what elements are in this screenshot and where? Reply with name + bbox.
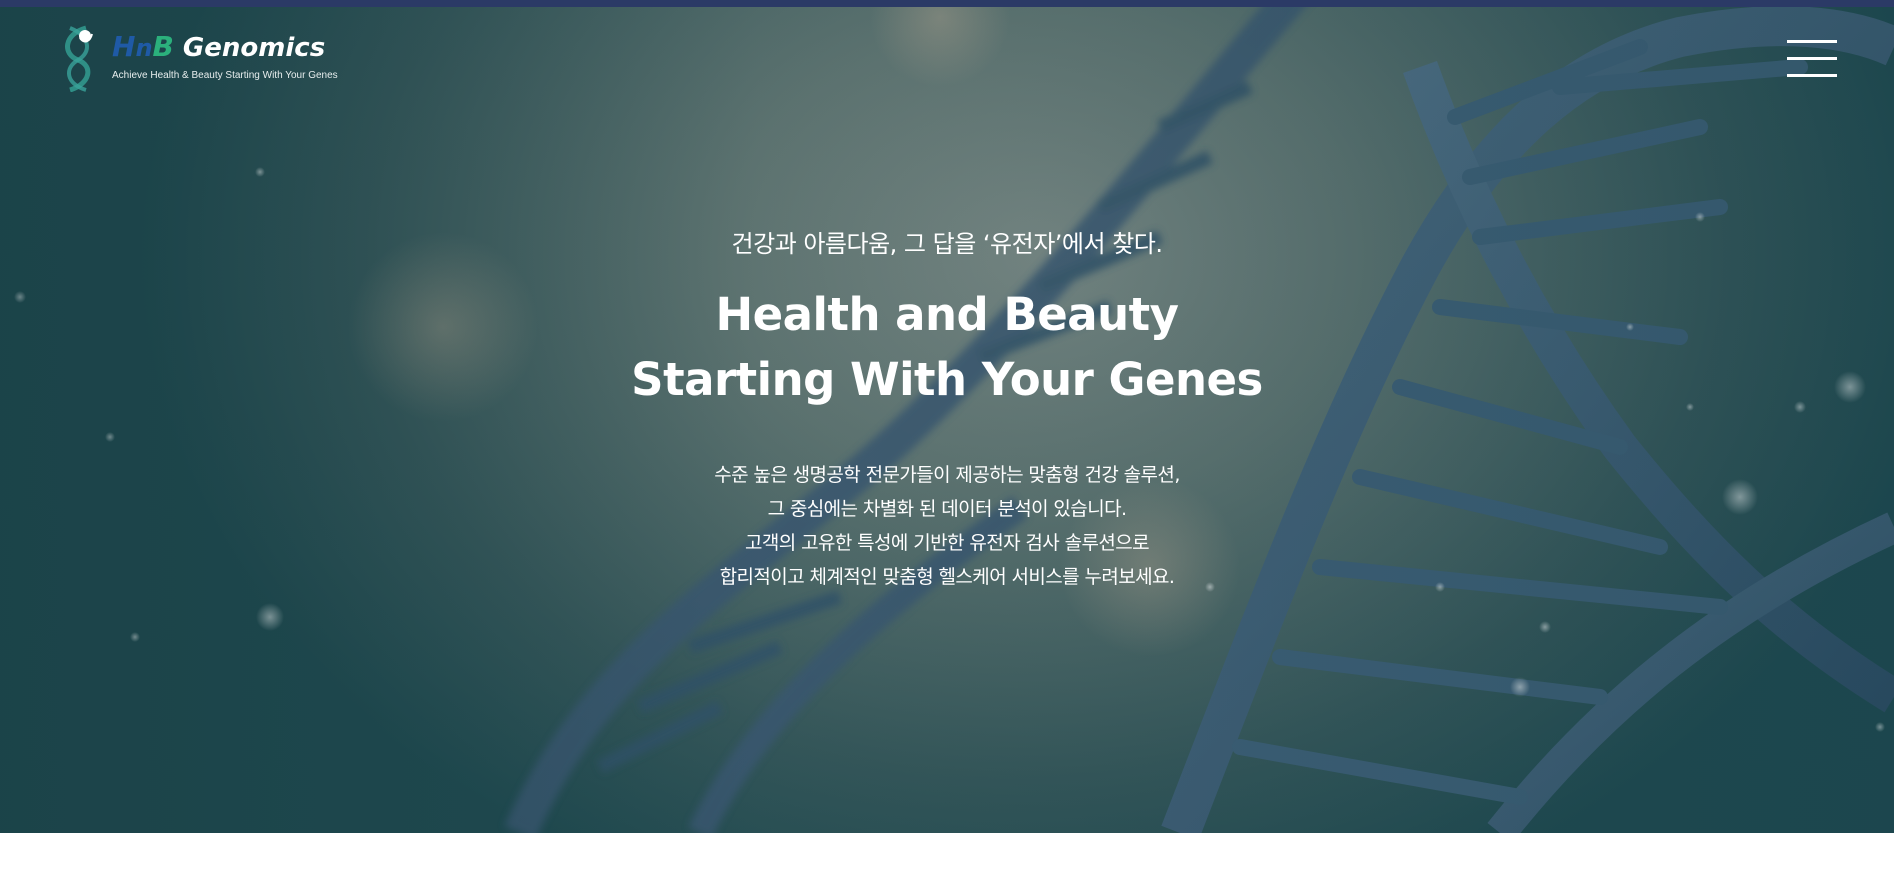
logo-tagline: Achieve Health & Beauty Starting With Yo…: [112, 70, 338, 81]
hero-description: 수준 높은 생명공학 전문가들이 제공하는 맞춤형 건강 솔루션, 그 중심에는…: [547, 458, 1347, 594]
top-accent-bar: [0, 0, 1894, 7]
hero-description-line: 고객의 고유한 특성에 기반한 유전자 검사 솔루션으로: [745, 532, 1150, 554]
hero-headline-line: Starting With Your Genes: [631, 353, 1263, 406]
brand-logo-link[interactable]: HnB Genomics Achieve Health & Beauty Sta…: [56, 24, 346, 92]
hero-headline-line: Health and Beauty: [715, 288, 1179, 341]
logo-letter-b: B: [152, 30, 174, 63]
hero-headline: Health and Beauty Starting With Your Gen…: [547, 282, 1347, 412]
hamburger-menu-icon[interactable]: [1787, 38, 1837, 80]
hero-description-line: 합리적이고 체계적인 맞춤형 헬스케어 서비스를 누려보세요.: [719, 566, 1175, 588]
hero-description-line: 수준 높은 생명공학 전문가들이 제공하는 맞춤형 건강 솔루션,: [714, 464, 1180, 486]
logo-wordmark: HnB Genomics: [112, 30, 325, 65]
logo-word-genomics: Genomics: [173, 33, 326, 63]
menu-line: [1787, 74, 1837, 77]
logo-letter-n: n: [135, 34, 153, 62]
hero-subheading: 건강과 아름다움, 그 답을 ‘유전자’에서 찾다.: [731, 230, 1163, 258]
logo-helix-icon: [65, 25, 93, 92]
content-area: [0, 833, 1894, 891]
logo-letter-h: H: [112, 30, 136, 63]
menu-line: [1787, 40, 1837, 43]
hero-content: 건강과 아름다움, 그 답을 ‘유전자’에서 찾다. Health and Be…: [547, 228, 1347, 594]
hero-description-line: 그 중심에는 차별화 된 데이터 분석이 있습니다.: [767, 498, 1127, 520]
menu-line: [1787, 57, 1837, 60]
